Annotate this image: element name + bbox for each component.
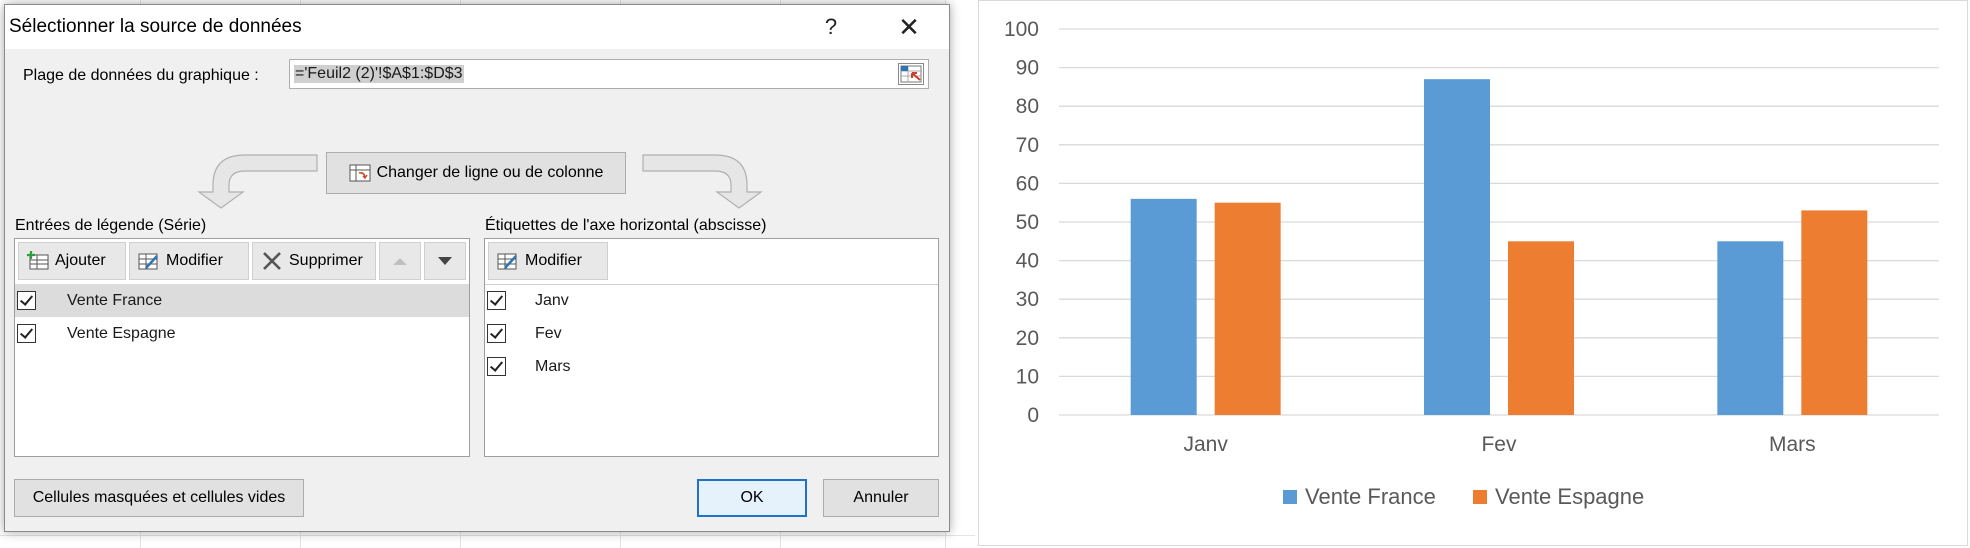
category-label: Janv [535, 292, 569, 309]
chart-data-range-label: Plage de données du graphique : [23, 67, 259, 84]
category-checkbox[interactable] [487, 357, 506, 376]
y-tick-label: 100 [1004, 18, 1039, 41]
move-up-button[interactable] [379, 242, 421, 280]
close-button[interactable]: ✕ [889, 11, 929, 43]
bar [1130, 198, 1197, 415]
x-category-label: Janv [1183, 433, 1228, 456]
series-checkbox[interactable] [17, 324, 36, 343]
series-checkbox[interactable] [17, 291, 36, 310]
triangle-up-icon [393, 258, 407, 265]
axis-toolbar: Modifier [485, 239, 938, 285]
category-row-fev[interactable]: Fev [485, 317, 938, 350]
y-tick-label: 40 [1016, 250, 1039, 273]
legend-entries-panel: Ajouter Modifier Supprimer Vente France … [14, 238, 470, 457]
y-tick-label: 90 [1016, 57, 1039, 80]
dialog-titlebar: Sélectionner la source de données ? ✕ [5, 5, 949, 49]
switch-row-column-icon [349, 164, 371, 182]
y-tick-label: 60 [1016, 172, 1039, 195]
series-row-vente-france[interactable]: Vente France [15, 284, 469, 317]
chart-data-range-input[interactable]: ='Feuil2 (2)'!$A$1:$D$3 [289, 59, 929, 89]
x-category-label: Fev [1481, 433, 1517, 456]
delete-series-label: Supprimer [289, 252, 363, 269]
chart-area[interactable]: 0 10 20 30 40 50 60 70 80 90 100 Janv Fev Mars Vente F… [978, 0, 1968, 546]
series-label: Vente France [67, 292, 163, 309]
y-tick-label: 20 [1016, 327, 1039, 350]
triangle-down-icon [438, 257, 452, 265]
add-series-label: Ajouter [55, 252, 106, 269]
bar [1424, 79, 1490, 416]
bar [1214, 202, 1281, 415]
bar [1508, 241, 1574, 415]
bar [1717, 241, 1784, 415]
y-tick-label: 80 [1016, 95, 1039, 118]
horizontal-axis-labels-label: Étiquettes de l'axe horizontal (abscisse… [485, 217, 767, 234]
delete-x-icon [263, 252, 281, 270]
series-row-vente-espagne[interactable]: Vente Espagne [15, 317, 469, 350]
y-tick-label: 0 [1027, 404, 1039, 427]
category-label: Mars [535, 358, 571, 375]
select-data-source-dialog: Sélectionner la source de données ? ✕ Pl… [4, 4, 950, 532]
move-down-button[interactable] [424, 242, 466, 280]
switch-row-column-button[interactable]: Changer de ligne ou de colonne [326, 152, 626, 194]
y-tick-label: 50 [1016, 211, 1039, 234]
edit-series-label: Modifier [166, 252, 223, 269]
series-label: Vente Espagne [67, 325, 176, 342]
category-label: Fev [535, 325, 562, 342]
hidden-empty-cells-button[interactable]: Cellules masquées et cellules vides [14, 479, 304, 517]
bar [1801, 210, 1868, 415]
switch-row-column-label: Changer de ligne ou de colonne [376, 164, 604, 181]
edit-table-icon [497, 253, 517, 270]
y-tick-label: 30 [1016, 288, 1039, 311]
chart-data-range-value: ='Feuil2 (2)'!$A$1:$D$3 [294, 65, 464, 83]
x-category-label: Mars [1769, 433, 1816, 456]
left-curved-arrow-icon [197, 154, 318, 209]
range-picker-icon[interactable] [898, 63, 924, 85]
category-checkbox[interactable] [487, 291, 506, 310]
legend-entries-label: Entrées de légende (Série) [15, 217, 207, 234]
edit-axis-labels-button[interactable]: Modifier [488, 242, 608, 280]
dialog-title: Sélectionner la source de données [9, 16, 302, 37]
category-checkbox[interactable] [487, 324, 506, 343]
horizontal-axis-labels-panel: Modifier Janv Fev Mars [484, 238, 939, 457]
legend-swatch [1473, 490, 1487, 504]
add-table-icon [27, 251, 49, 270]
category-row-mars[interactable]: Mars [485, 350, 938, 383]
edit-axis-labels-label: Modifier [525, 252, 582, 269]
edit-series-button[interactable]: Modifier [129, 242, 249, 280]
series-toolbar: Ajouter Modifier Supprimer [15, 239, 469, 285]
delete-series-button[interactable]: Supprimer [252, 242, 376, 280]
help-button[interactable]: ? [811, 11, 851, 43]
edit-table-icon [138, 253, 158, 270]
ok-button[interactable]: OK [697, 479, 807, 517]
add-series-button[interactable]: Ajouter [18, 242, 126, 280]
y-tick-label: 10 [1016, 365, 1039, 388]
legend-label: Vente France [1305, 484, 1436, 509]
right-curved-arrow-icon [642, 154, 763, 209]
category-row-janv[interactable]: Janv [485, 284, 938, 317]
y-tick-label: 70 [1016, 134, 1039, 157]
column-chart: 0 10 20 30 40 50 60 70 80 90 100 Janv Fev Mars Vente F… [1004, 18, 1939, 509]
legend-label: Vente Espagne [1495, 484, 1644, 509]
cancel-button[interactable]: Annuler [823, 479, 939, 517]
legend-swatch [1283, 490, 1297, 504]
grid-line [0, 535, 975, 536]
